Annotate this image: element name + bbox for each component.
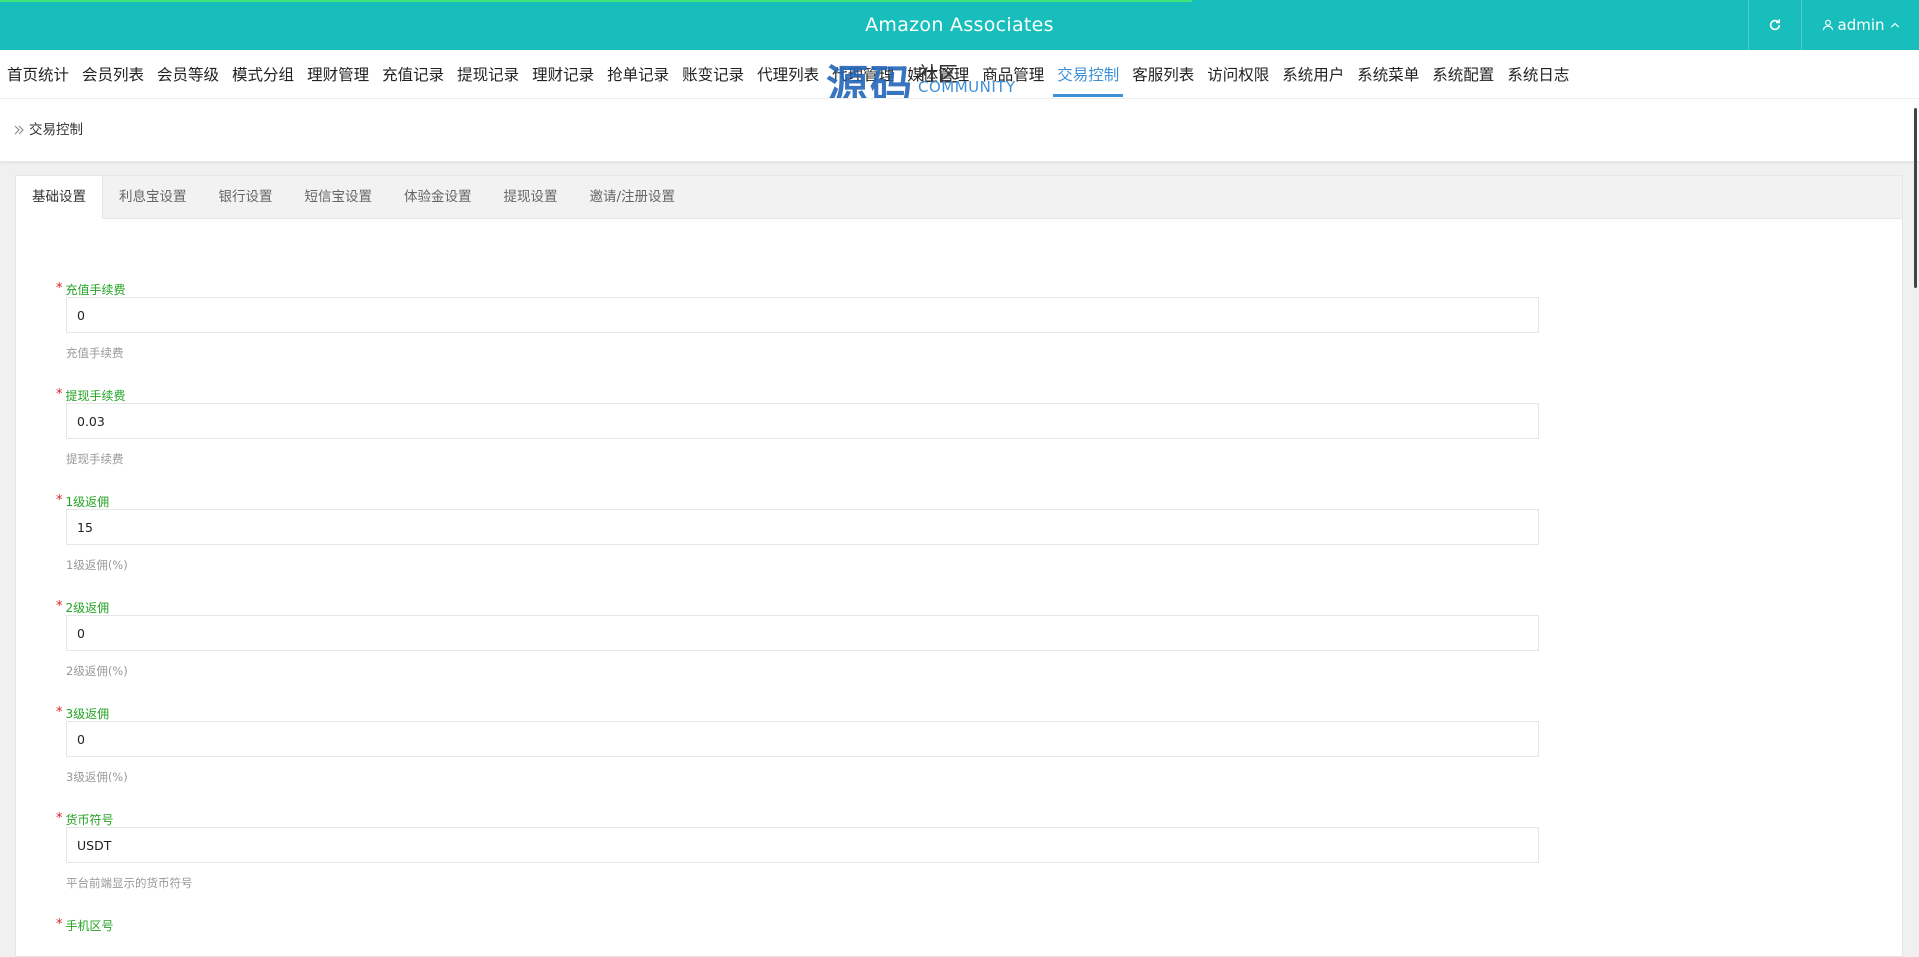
settings-tab[interactable]: 体验金设置 <box>388 176 488 218</box>
field-label-text: 1级返佣 <box>65 495 110 509</box>
main-nav: 首页统计 会员列表 会员等级 模式分组 理财管理 充值记录 提现记录 理财记录 抢单记录 账变记录… <box>0 50 1919 98</box>
settings-card: 基础设置 利息宝设置 银行设置 短信宝设置 体验金设置 提现设置 邀请/注册设置 * 充值手续… <box>15 175 1903 957</box>
top-header: Amazon Associates admin <box>0 0 1919 50</box>
settings-tab[interactable]: 提现设置 <box>488 176 574 218</box>
app-title: Amazon Associates <box>865 14 1054 36</box>
breadcrumb-bar: 交易控制 <box>0 98 1919 161</box>
nav-item[interactable]: 提现记录 <box>453 50 523 98</box>
nav-item[interactable]: 系统菜单 <box>1353 50 1423 98</box>
field-label-text: 充值手续费 <box>65 283 126 297</box>
nav-item[interactable]: 首页统计 <box>3 50 73 98</box>
nav-item[interactable]: 理财管理 <box>303 50 373 98</box>
field-label-text: 货币符号 <box>65 813 114 827</box>
user-menu[interactable]: admin <box>1801 0 1919 50</box>
nav-item[interactable]: 会员等级 <box>153 50 223 98</box>
required-marker: * <box>56 705 63 720</box>
user-name: admin <box>1837 16 1885 34</box>
page-scrollbar[interactable] <box>1914 108 1917 288</box>
field-help: 充值手续费 <box>66 346 124 360</box>
nav-item[interactable]: 模式分组 <box>228 50 298 98</box>
field-label-text: 手机区号 <box>65 919 114 933</box>
settings-tab[interactable]: 利息宝设置 <box>103 176 203 218</box>
required-marker: * <box>56 917 63 932</box>
field-help: 平台前端显示的货币符号 <box>66 876 193 890</box>
nav-item[interactable]: 交易控制 <box>1053 50 1124 98</box>
nav-item[interactable]: 商品管理 <box>978 50 1048 98</box>
field-label-text: 提现手续费 <box>65 389 126 403</box>
field-label: * 手机区号 <box>56 917 114 934</box>
nav-item[interactable]: 代理管理 <box>828 50 898 98</box>
breadcrumb: 交易控制 <box>14 99 83 161</box>
field-label-text: 2级返佣 <box>65 601 110 615</box>
field-help: 3级返佣(%) <box>66 770 128 784</box>
field-input[interactable] <box>66 297 1539 333</box>
settings-tabs: 基础设置 利息宝设置 银行设置 短信宝设置 体验金设置 提现设置 邀请/注册设置 <box>16 176 1902 219</box>
settings-tab[interactable]: 基础设置 <box>16 176 103 219</box>
field-help: 1级返佣(%) <box>66 558 128 572</box>
field-label-text: 3级返佣 <box>65 707 110 721</box>
nav-item[interactable]: 抢单记录 <box>603 50 673 98</box>
nav-item[interactable]: 系统配置 <box>1428 50 1498 98</box>
field-label: * 1级返佣 <box>56 493 109 510</box>
field-label: * 货币符号 <box>56 811 114 828</box>
required-marker: * <box>56 599 63 614</box>
user-icon <box>1822 19 1833 31</box>
required-marker: * <box>56 811 63 826</box>
field-label: * 提现手续费 <box>56 387 126 404</box>
field-label: * 2级返佣 <box>56 599 109 616</box>
field-help: 提现手续费 <box>66 452 124 466</box>
required-marker: * <box>56 493 63 508</box>
nav-item[interactable]: 访问权限 <box>1203 50 1273 98</box>
required-marker: * <box>56 387 63 402</box>
nav-item[interactable]: 会员列表 <box>78 50 148 98</box>
field-label: * 充值手续费 <box>56 281 126 298</box>
nav-item[interactable]: 账变记录 <box>678 50 748 98</box>
chevron-up-icon <box>1890 22 1899 28</box>
nav-item[interactable]: 客服列表 <box>1128 50 1198 98</box>
nav-item[interactable]: 系统用户 <box>1278 50 1348 98</box>
settings-tab[interactable]: 邀请/注册设置 <box>574 176 692 218</box>
refresh-button[interactable] <box>1748 0 1801 50</box>
nav-item[interactable]: 充值记录 <box>378 50 448 98</box>
settings-tab[interactable]: 短信宝设置 <box>289 176 389 218</box>
field-input[interactable] <box>66 721 1539 757</box>
field-input[interactable] <box>66 615 1539 651</box>
breadcrumb-current[interactable]: 交易控制 <box>29 99 83 161</box>
field-input[interactable] <box>66 827 1539 863</box>
field-label: * 3级返佣 <box>56 705 109 722</box>
settings-tab[interactable]: 银行设置 <box>203 176 289 218</box>
refresh-icon <box>1769 19 1781 31</box>
nav-item[interactable]: 代理列表 <box>753 50 823 98</box>
double-chevron-right-icon <box>14 125 24 135</box>
field-input[interactable] <box>66 509 1539 545</box>
nav-item[interactable]: 媒体管理 <box>903 50 973 98</box>
required-marker: * <box>56 281 63 296</box>
field-input[interactable] <box>66 403 1539 439</box>
nav-item[interactable]: 理财记录 <box>528 50 598 98</box>
field-help: 2级返佣(%) <box>66 664 128 678</box>
nav-item[interactable]: 系统日志 <box>1503 50 1573 98</box>
